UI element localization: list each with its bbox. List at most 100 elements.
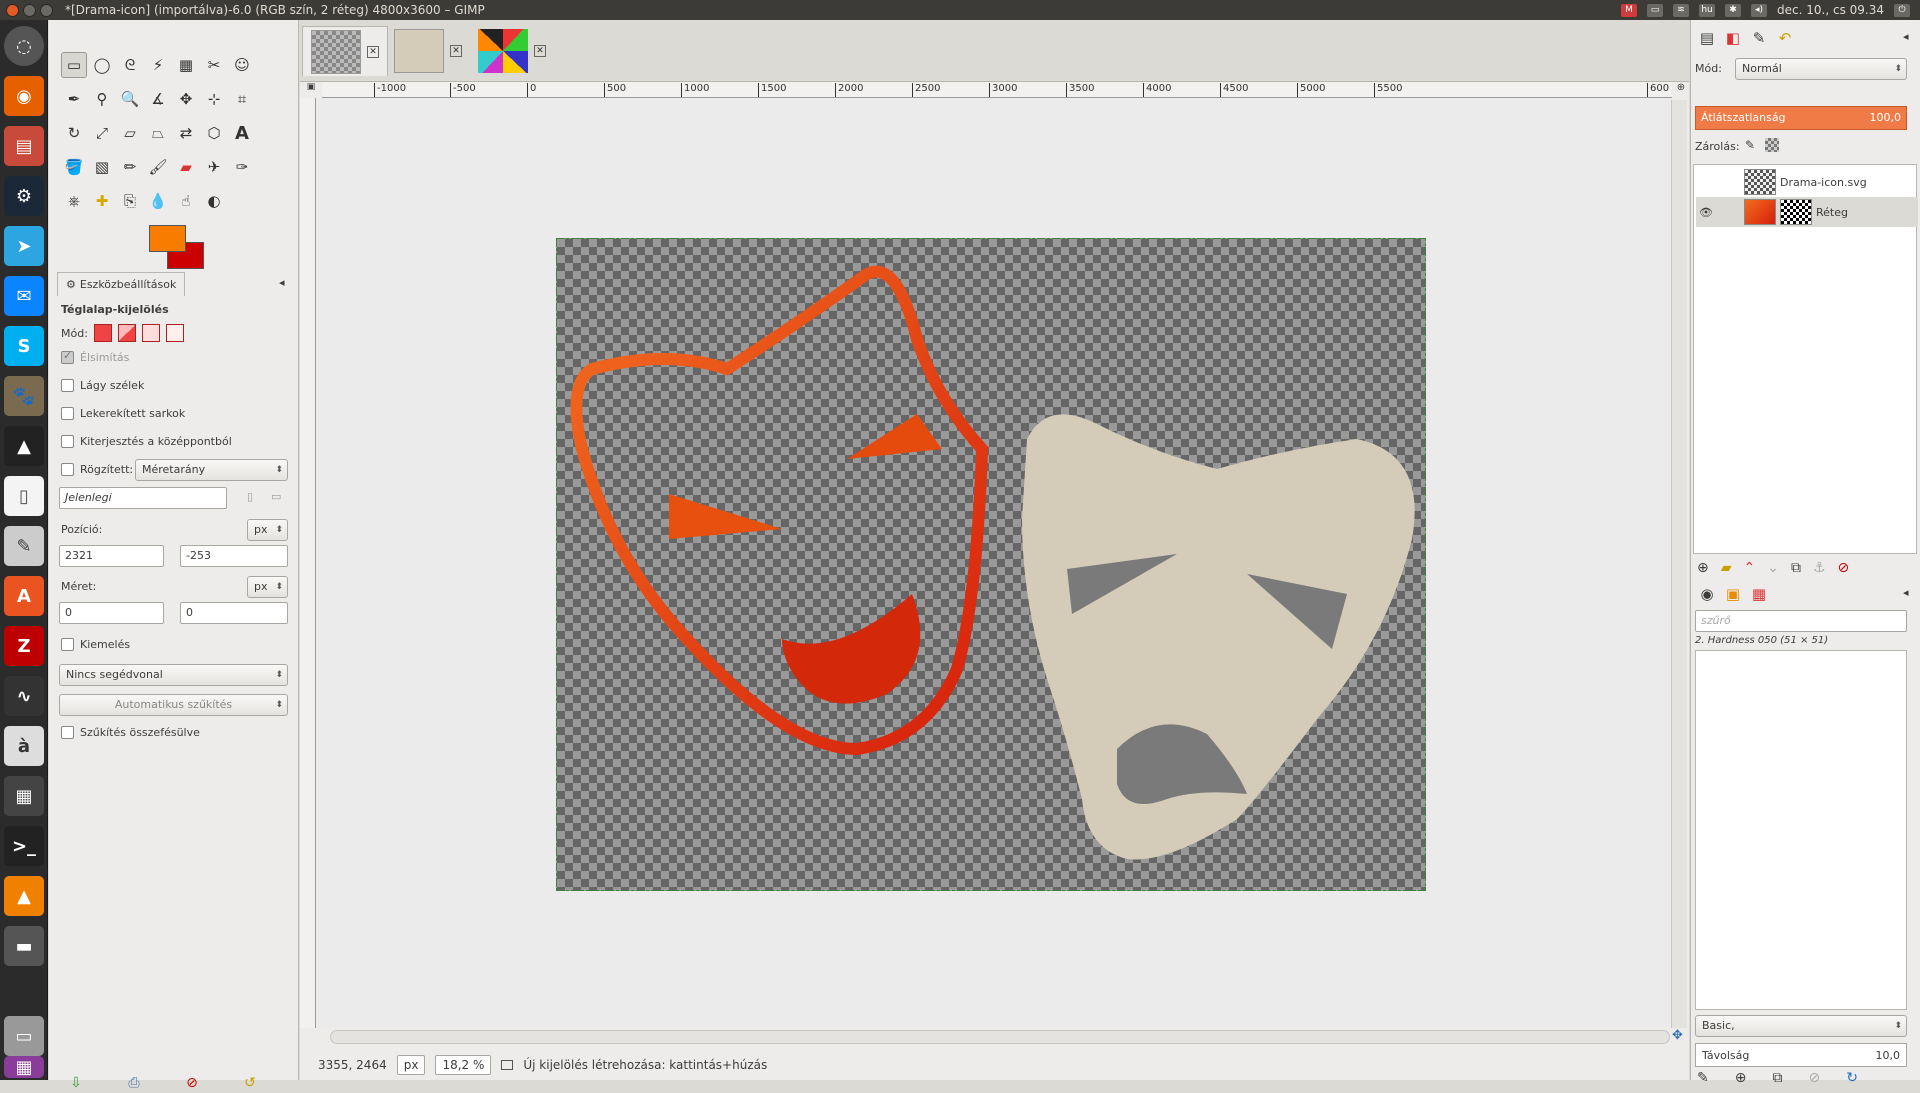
skype-icon[interactable]: S: [4, 326, 44, 366]
steam-icon[interactable]: ⚙: [4, 176, 44, 216]
heal-icon[interactable]: ✚: [89, 188, 115, 214]
close-tab-icon[interactable]: ✕: [450, 45, 462, 57]
brushes-tab-icon[interactable]: ◉: [1695, 582, 1719, 606]
ink-icon[interactable]: ✑: [229, 154, 255, 180]
free-select-icon[interactable]: ᘓ: [117, 52, 143, 78]
shear-icon[interactable]: ▱: [117, 120, 143, 146]
perspective-icon[interactable]: ⏢: [145, 120, 171, 146]
delete-options-icon[interactable]: ⊘: [183, 1075, 201, 1093]
new-brush-icon[interactable]: ⊕: [1735, 1070, 1747, 1086]
lock-alpha-icon[interactable]: [1765, 138, 1779, 152]
ellipse-select-icon[interactable]: ◯: [89, 52, 115, 78]
image-canvas[interactable]: [556, 238, 1426, 891]
gradients-tab-icon[interactable]: ▦: [1747, 582, 1771, 606]
smudge-icon[interactable]: ☝: [173, 188, 199, 214]
mode-subtract-button[interactable]: [141, 324, 160, 342]
foreground-color-swatch[interactable]: [149, 225, 186, 252]
eye-icon[interactable]: 👁: [1696, 206, 1716, 219]
edit-brush-icon[interactable]: ✎: [1697, 1070, 1709, 1086]
airbrush-icon[interactable]: ✈: [201, 154, 227, 180]
patterns-tab-icon[interactable]: ▣: [1721, 582, 1745, 606]
zoom-select[interactable]: 18,2 %: [435, 1055, 492, 1075]
layer-row[interactable]: 👁 Réteg: [1696, 197, 1918, 227]
dodge-icon[interactable]: ◐: [201, 188, 227, 214]
guides-combo[interactable]: Nincs segédvonal: [59, 664, 288, 686]
paths-tab-icon[interactable]: ✎: [1747, 26, 1771, 50]
minimize-window-button[interactable]: [23, 3, 36, 17]
paintbrush-icon[interactable]: 🖌: [145, 154, 171, 180]
vertical-scrollbar[interactable]: [1671, 100, 1687, 1028]
panel-menu-icon[interactable]: ◂: [279, 276, 285, 289]
disks-icon[interactable]: ▬: [4, 926, 44, 966]
crop-icon[interactable]: ⌗: [229, 86, 255, 112]
brush-filter-input[interactable]: szűrő: [1695, 610, 1907, 632]
document-icon[interactable]: ▯: [4, 476, 44, 516]
panel-menu-icon[interactable]: ◂: [1903, 586, 1909, 599]
thunderbird-icon[interactable]: ✉: [4, 276, 44, 316]
layer-row[interactable]: Drama-icon.svg: [1696, 167, 1918, 197]
tool-options-tab[interactable]: ⚙ Eszközbeállítások: [57, 272, 186, 296]
undo-history-tab-icon[interactable]: ↶: [1773, 26, 1797, 50]
color-select-icon[interactable]: ▦: [173, 52, 199, 78]
new-group-icon[interactable]: ▰: [1721, 560, 1732, 576]
bluetooth-icon[interactable]: ✱: [1725, 3, 1742, 17]
size-unit-combo[interactable]: px: [247, 576, 288, 598]
brush-preset-combo[interactable]: Basic,: [1695, 1015, 1907, 1037]
lower-layer-icon[interactable]: ⌄: [1767, 560, 1779, 576]
battery-icon[interactable]: ▭: [1647, 3, 1664, 17]
canvas-viewport[interactable]: [317, 99, 1671, 1027]
text-icon[interactable]: A: [229, 120, 255, 146]
spacing-slider[interactable]: Távolság 10,0: [1695, 1043, 1907, 1067]
quick-mask-corner-icon[interactable]: ▣: [302, 82, 320, 98]
workspaces-icon[interactable]: ▦: [4, 1056, 44, 1078]
vlc-icon[interactable]: ▲: [4, 876, 44, 916]
fixed-checkbox[interactable]: [61, 463, 74, 476]
auto-shrink-button[interactable]: Automatikus szűkítés: [59, 694, 288, 716]
image-tab-texture[interactable]: ✕: [386, 26, 470, 76]
save-options-icon[interactable]: ⇩: [67, 1075, 85, 1093]
clock[interactable]: dec. 10., cs 09.34: [1777, 3, 1884, 17]
foreground-select-icon[interactable]: ☺: [229, 52, 255, 78]
navigate-icon[interactable]: ✥: [1672, 1028, 1688, 1044]
filezilla-icon[interactable]: Z: [4, 626, 44, 666]
align-icon[interactable]: ⊹: [201, 86, 227, 112]
rounded-corners-checkbox[interactable]: [61, 407, 74, 420]
raise-layer-icon[interactable]: ⌃: [1744, 560, 1756, 576]
antialias-checkbox[interactable]: [61, 349, 74, 364]
portrait-icon[interactable]: ▯: [247, 490, 253, 503]
close-tab-icon[interactable]: ✕: [534, 45, 546, 57]
flip-icon[interactable]: ⇄: [173, 120, 199, 146]
mode-replace-button[interactable]: [93, 324, 112, 342]
duplicate-layer-icon[interactable]: ⧉: [1791, 560, 1801, 576]
rotate-icon[interactable]: ↻: [61, 120, 87, 146]
eraser-icon[interactable]: ▰: [173, 154, 199, 180]
zoom-fit-icon[interactable]: ⊕: [1673, 82, 1689, 98]
panel-menu-icon[interactable]: ◂: [1903, 30, 1909, 43]
text-editor-icon[interactable]: ✎: [4, 526, 44, 566]
calculator-icon[interactable]: ▦: [4, 776, 44, 816]
position-x-input[interactable]: 2321: [59, 545, 164, 567]
expand-center-checkbox[interactable]: [61, 435, 74, 448]
delete-brush-icon[interactable]: ⊘: [1808, 1070, 1820, 1086]
power-icon[interactable]: ⏻: [1894, 3, 1910, 17]
firefox-icon[interactable]: ◉: [4, 76, 44, 116]
rect-select-icon[interactable]: ▭: [61, 52, 87, 78]
feather-checkbox[interactable]: [61, 379, 74, 392]
landscape-icon[interactable]: ▭: [271, 490, 281, 503]
usb-drive-icon[interactable]: ▭: [4, 1016, 44, 1056]
inkscape-icon[interactable]: ▲: [4, 426, 44, 466]
scale-icon[interactable]: ⤢: [89, 120, 115, 146]
unit-select[interactable]: px: [396, 1055, 426, 1075]
blur-icon[interactable]: 💧: [145, 188, 171, 214]
keyboard-layout-icon[interactable]: hu: [1699, 3, 1716, 17]
shrink-merged-checkbox[interactable]: [61, 726, 74, 739]
dash-home-icon[interactable]: ◌: [4, 26, 44, 66]
perspective-clone-icon[interactable]: ⎘: [117, 188, 143, 214]
mail-icon[interactable]: M: [1621, 3, 1638, 17]
wifi-icon[interactable]: ≋: [1673, 3, 1690, 17]
fixed-combo[interactable]: Méretarány: [135, 459, 288, 481]
ratio-input[interactable]: Jelenlegi: [59, 487, 227, 509]
duplicate-brush-icon[interactable]: ⧉: [1772, 1070, 1782, 1086]
image-tab-palette[interactable]: ✕: [470, 26, 554, 76]
paths-icon[interactable]: ✒: [61, 86, 87, 112]
